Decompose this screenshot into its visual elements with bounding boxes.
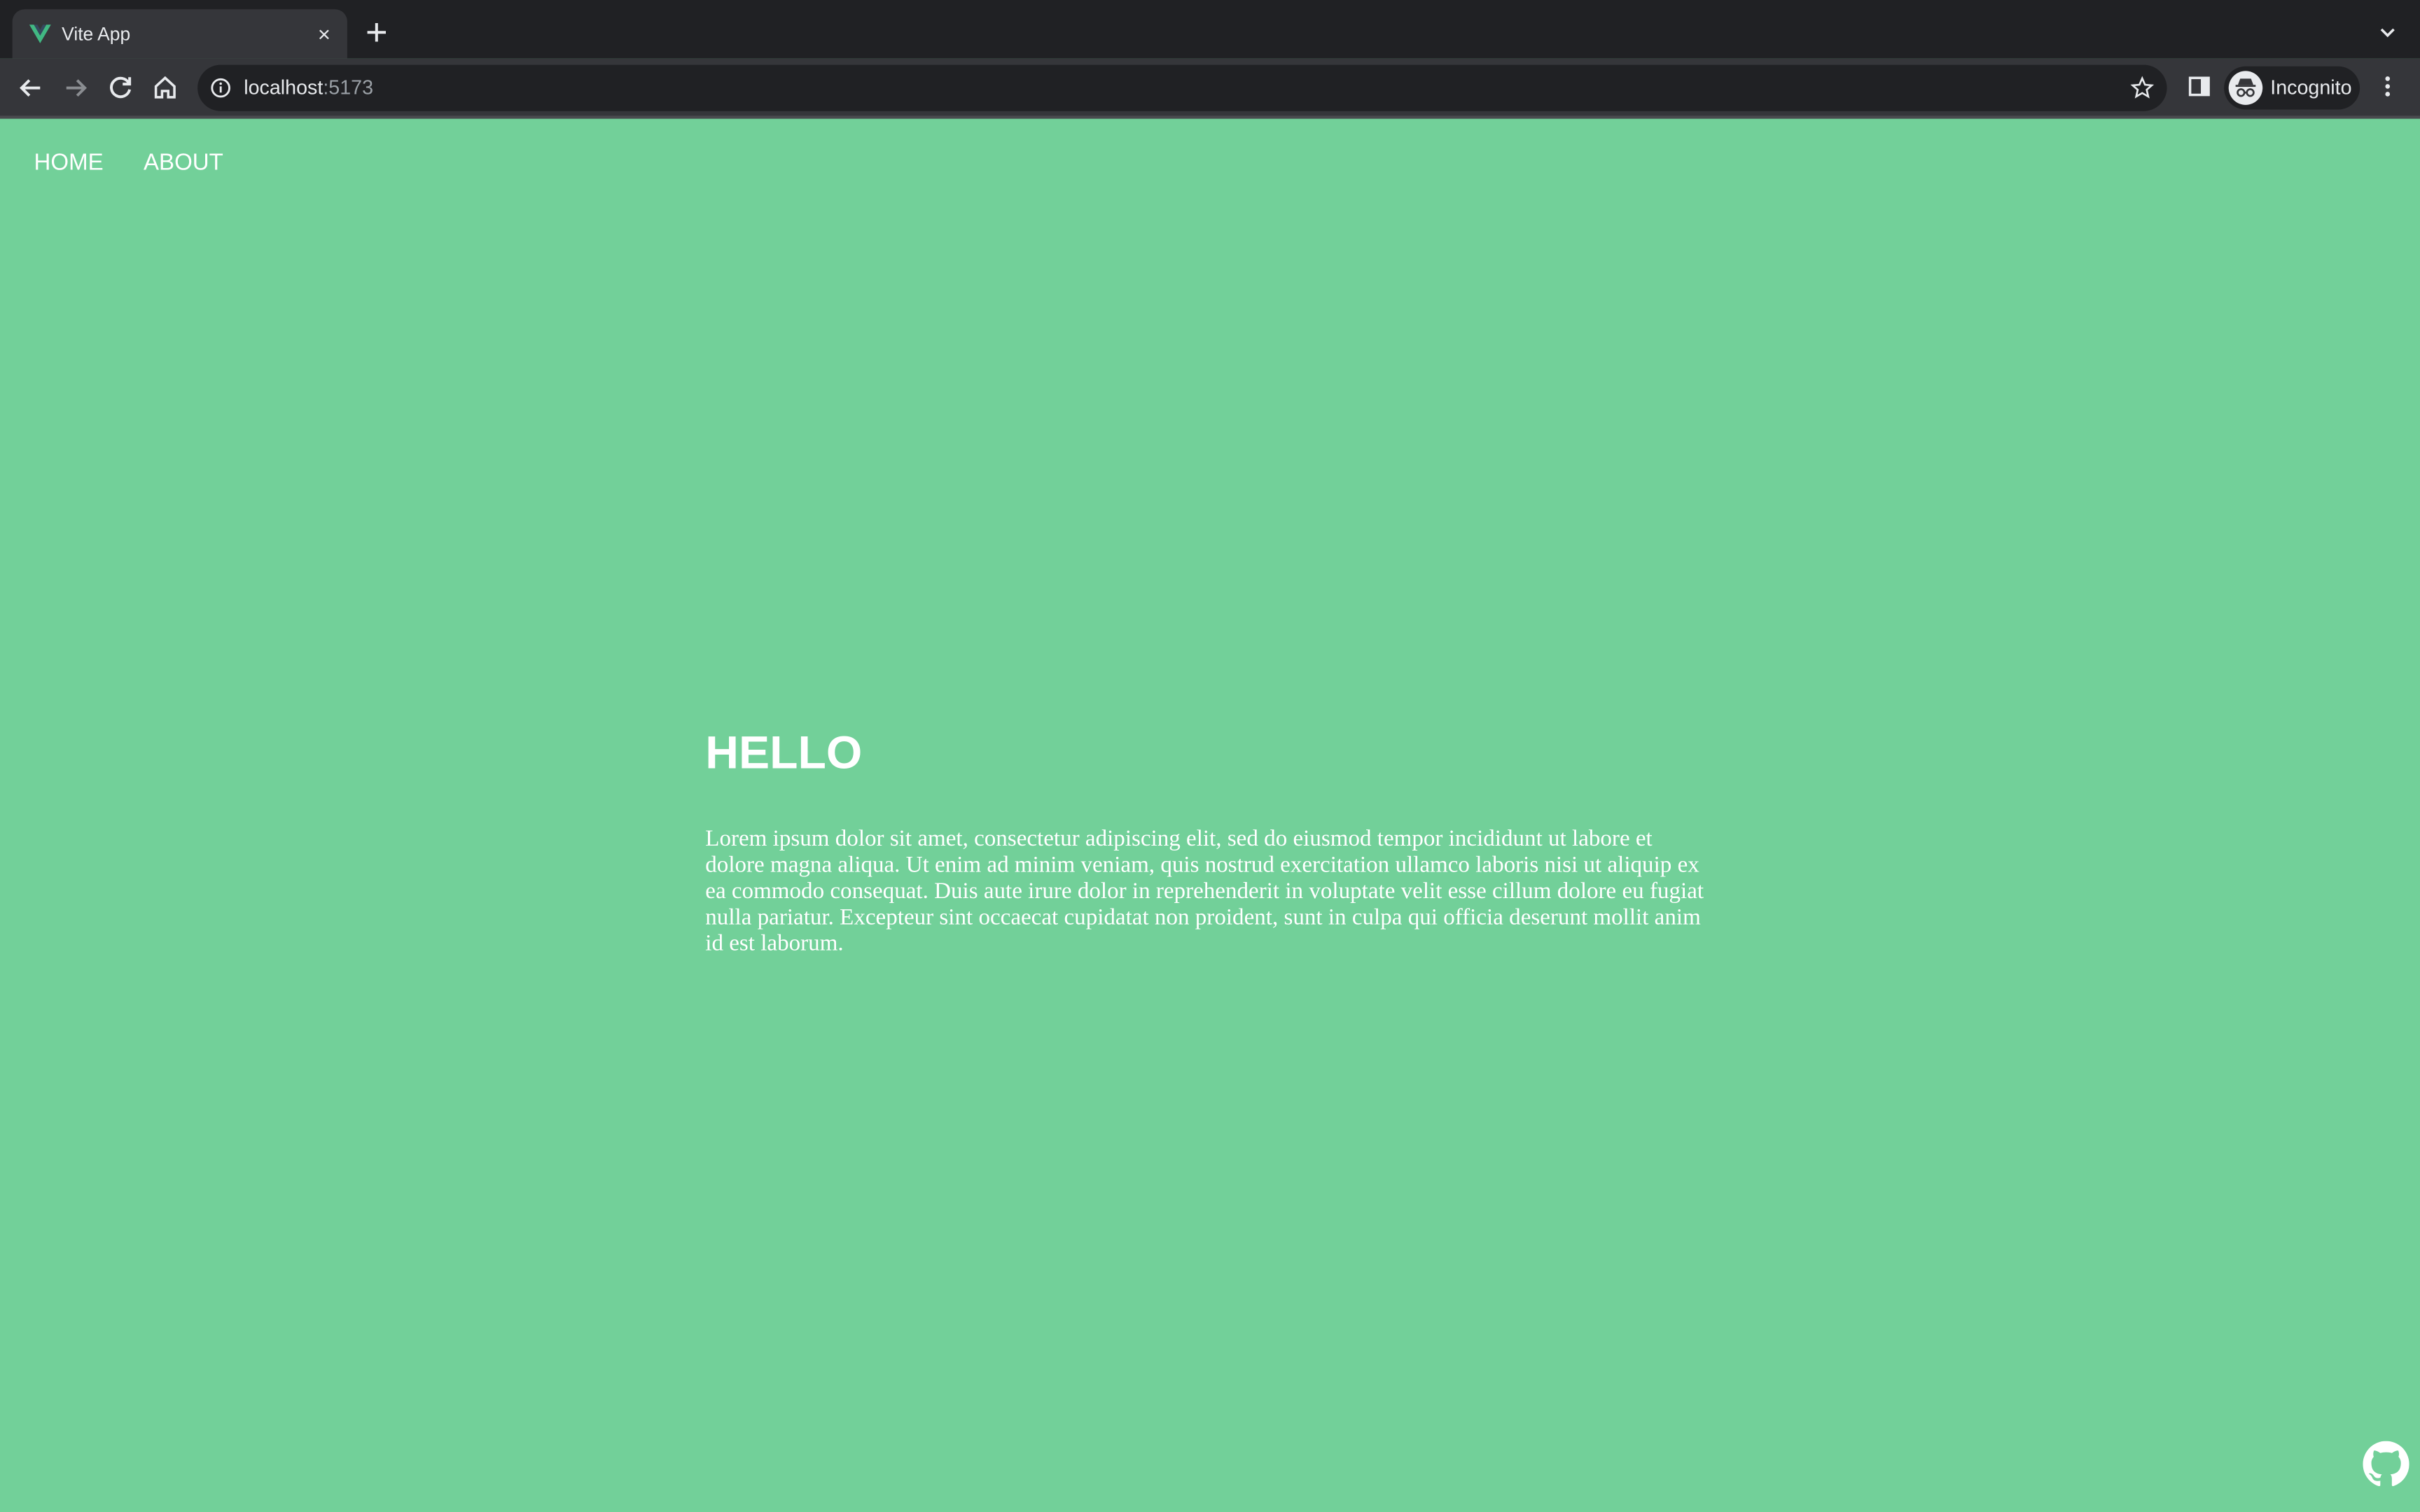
browser-window: Vite App × localhost:5173 Incognito HOME… xyxy=(0,0,2420,1512)
site-nav: HOME ABOUT xyxy=(34,150,263,178)
main-content: HELLO Lorem ipsum dolor sit amet, consec… xyxy=(705,725,1709,958)
address-bar[interactable]: localhost:5173 xyxy=(197,64,2167,111)
url-host: localhost xyxy=(244,76,324,99)
star-icon[interactable] xyxy=(2130,76,2155,100)
forward-button[interactable] xyxy=(59,71,92,104)
tab-strip: Vite App × xyxy=(0,0,2420,59)
nav-link-home[interactable]: HOME xyxy=(34,150,103,178)
github-icon[interactable] xyxy=(2363,1441,2409,1488)
kebab-menu-icon[interactable] xyxy=(2374,73,2402,101)
side-panel-icon[interactable] xyxy=(2185,73,2213,101)
home-button[interactable] xyxy=(148,71,182,104)
plus-icon[interactable] xyxy=(361,17,392,48)
tab-title: Vite App xyxy=(62,23,131,45)
page-content: HOME ABOUT HELLO Lorem ipsum dolor sit am… xyxy=(0,118,2420,1512)
body-paragraph: Lorem ipsum dolor sit amet, consectetur … xyxy=(705,827,1704,957)
incognito-avatar xyxy=(2228,71,2263,105)
url-text: localhost:5173 xyxy=(244,76,373,100)
home-icon xyxy=(154,76,176,99)
back-button[interactable] xyxy=(14,71,48,104)
reload-button[interactable] xyxy=(104,71,137,104)
incognito-icon xyxy=(2235,78,2256,97)
info-icon[interactable] xyxy=(210,77,232,99)
tab-close-button[interactable]: × xyxy=(310,20,338,48)
chevron-down-icon[interactable] xyxy=(2374,18,2402,46)
arrow-left-icon xyxy=(20,79,41,97)
nav-link-about[interactable]: ABOUT xyxy=(144,150,223,178)
url-port: :5173 xyxy=(323,76,374,99)
browser-toolbar: localhost:5173 Incognito xyxy=(0,58,2420,119)
incognito-profile-button[interactable]: Incognito xyxy=(2224,66,2360,110)
vue-logo-icon xyxy=(29,24,51,43)
page-heading: HELLO xyxy=(705,728,863,780)
tab-vite-app[interactable]: Vite App × xyxy=(12,9,347,59)
incognito-label: Incognito xyxy=(2270,76,2352,99)
arrow-right-icon xyxy=(66,79,88,97)
reload-icon xyxy=(110,76,132,99)
